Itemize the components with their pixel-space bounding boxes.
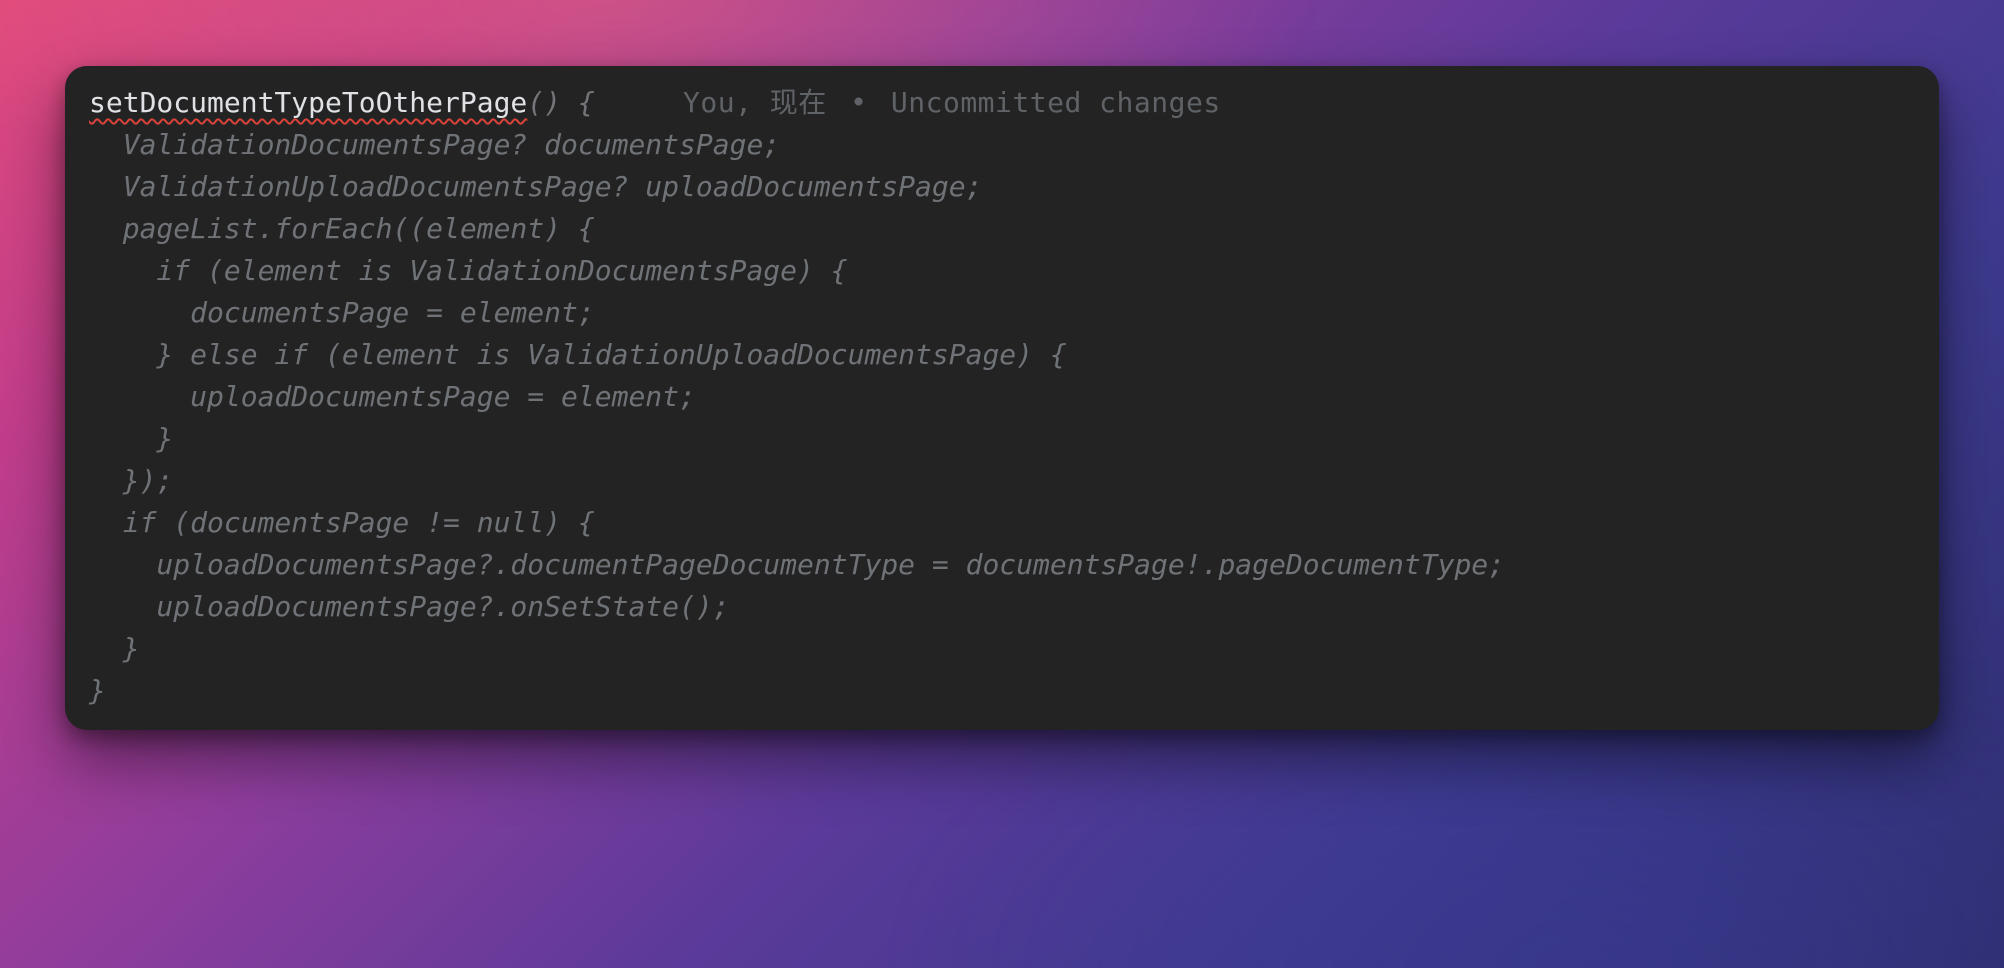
code-content[interactable]: setDocumentTypeToOtherPage() { Validatio… bbox=[89, 82, 1915, 712]
function-body: ValidationDocumentsPage? documentsPage; … bbox=[89, 128, 1505, 707]
function-signature-tail: () { bbox=[527, 86, 594, 119]
function-name: setDocumentTypeToOtherPage bbox=[89, 86, 527, 119]
codelens-status: Uncommitted changes bbox=[891, 86, 1221, 119]
codelens-time: 现在 bbox=[770, 86, 827, 119]
codelens-separator: • bbox=[844, 86, 873, 119]
code-editor-window: You, 现在 • Uncommitted changes setDocumen… bbox=[65, 66, 1939, 730]
git-codelens[interactable]: You, 现在 • Uncommitted changes bbox=[683, 82, 1221, 124]
codelens-author: You, bbox=[683, 86, 752, 119]
